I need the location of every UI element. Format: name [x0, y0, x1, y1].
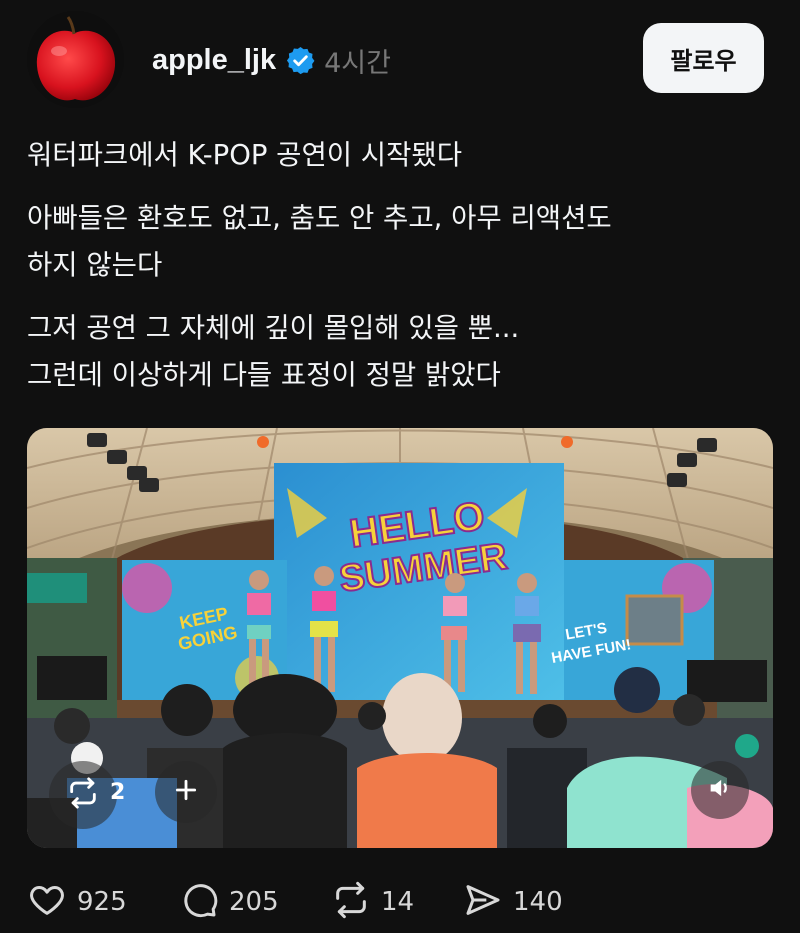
post-action-bar: 925 205 14 140	[27, 878, 787, 926]
follow-button[interactable]: 팔로우	[643, 23, 764, 93]
post-text-line: 그런데 이상하게 다들 표정이 정말 밝았다	[27, 359, 501, 391]
video-repost-button[interactable]	[49, 761, 117, 829]
post-paragraph: 아빠들은 환호도 없고, 춤도 안 추고, 아무 리액션도 하지 않는다	[27, 195, 767, 289]
share-button[interactable]: 140	[463, 878, 563, 926]
repost-button[interactable]: 14	[331, 878, 414, 926]
video-add-button[interactable]	[155, 761, 217, 823]
apple-avatar-image	[27, 11, 124, 108]
send-icon	[463, 880, 503, 924]
post-text-line: 하지 않는다	[27, 249, 163, 281]
post-body: 워터파크에서 K-POP 공연이 시작됐다 아빠들은 환호도 없고, 춤도 안 …	[27, 132, 767, 415]
post-paragraph: 워터파크에서 K-POP 공연이 시작됐다	[27, 132, 767, 179]
video-repost-count: 2	[110, 780, 126, 805]
verified-badge-icon	[285, 45, 316, 76]
post-text-line: 그저 공연 그 자체에 깊이 몰입해 있을 뿐...	[27, 312, 520, 344]
post-text-line: 아빠들은 환호도 없고, 춤도 안 추고, 아무 리액션도	[27, 202, 612, 234]
repost-icon	[331, 880, 371, 924]
concert-scene-image: HELLO SUMMER KEEP GOING LET'S HAVE FUN!	[27, 428, 773, 848]
mute-toggle-button[interactable]	[691, 761, 749, 819]
post-paragraph: 그저 공연 그 자체에 깊이 몰입해 있을 뿐... 그런데 이상하게 다들 표…	[27, 305, 767, 399]
speaker-icon	[706, 774, 734, 806]
avatar[interactable]	[27, 11, 124, 108]
share-count: 140	[513, 887, 563, 917]
plus-icon	[173, 777, 199, 807]
repost-icon	[66, 776, 100, 814]
username[interactable]: apple_ljk	[152, 44, 276, 77]
heart-icon	[27, 880, 67, 924]
post-time: 4시간	[324, 47, 391, 79]
comment-count: 205	[229, 887, 279, 917]
comment-button[interactable]: 205	[179, 878, 279, 926]
post-header: apple_ljk 4시간	[152, 38, 391, 82]
like-button[interactable]: 925	[27, 878, 127, 926]
repost-count: 14	[381, 887, 415, 917]
like-count: 925	[77, 887, 127, 917]
comment-icon	[179, 880, 219, 924]
post-video[interactable]: HELLO SUMMER KEEP GOING LET'S HAVE FUN!	[27, 428, 773, 848]
post-text-line: 워터파크에서 K-POP 공연이 시작됐다	[27, 139, 463, 171]
